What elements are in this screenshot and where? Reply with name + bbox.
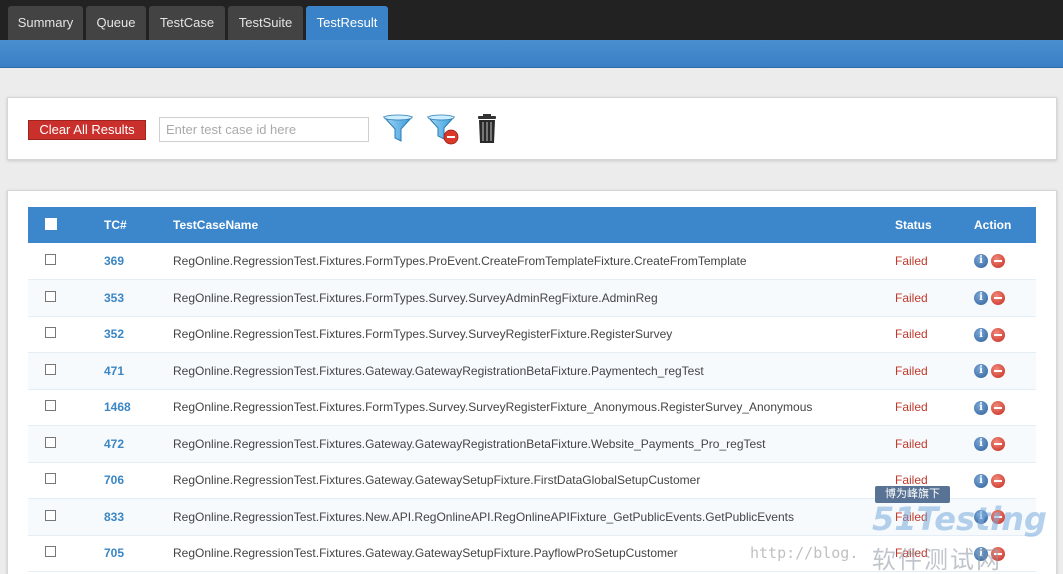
remove-icon[interactable]	[991, 437, 1005, 452]
test-case-name: RegOnline.RegressionTest.Fixtures.FormTy…	[173, 400, 813, 415]
info-icon[interactable]	[974, 437, 988, 452]
remove-icon[interactable]	[991, 291, 1005, 306]
tab-testcase[interactable]: TestCase	[149, 6, 225, 40]
select-all-checkbox[interactable]	[45, 217, 57, 230]
row-checkbox[interactable]	[45, 436, 56, 448]
tc-number-link[interactable]: 369	[104, 254, 124, 268]
header-bar	[0, 40, 1063, 68]
test-case-name: RegOnline.RegressionTest.Fixtures.New.AP…	[173, 509, 794, 524]
filter-icon[interactable]	[381, 112, 415, 146]
toolbar-panel: Clear All Results	[7, 97, 1057, 160]
test-case-name: RegOnline.RegressionTest.Fixtures.Gatewa…	[173, 436, 766, 451]
remove-icon[interactable]	[991, 400, 1005, 415]
tab-testresult[interactable]: TestResult	[306, 6, 388, 40]
watermark-cn: 软件测试网	[872, 546, 1002, 574]
row-checkbox[interactable]	[45, 546, 56, 558]
test-case-name: RegOnline.RegressionTest.Fixtures.FormTy…	[173, 254, 747, 268]
info-icon[interactable]	[974, 291, 988, 306]
watermark-logo: 51Testing	[872, 500, 1047, 538]
table-row: 1468 RegOnline.RegressionTest.Fixtures.Fo…	[28, 389, 1036, 426]
clear-all-results-button[interactable]: Clear All Results	[28, 120, 146, 140]
info-icon[interactable]	[974, 327, 988, 342]
remove-icon[interactable]	[991, 473, 1005, 488]
table-header-row: TC# TestCaseName Status Action	[28, 207, 1036, 243]
tab-queue[interactable]: Queue	[86, 6, 146, 40]
test-case-name: RegOnline.RegressionTest.Fixtures.FormTy…	[173, 290, 658, 305]
tc-number-link[interactable]: 353	[104, 291, 124, 305]
remove-icon[interactable]	[991, 254, 1005, 269]
status-badge: Failed	[895, 290, 928, 305]
table-row: 353 RegOnline.RegressionTest.Fixtures.For…	[28, 279, 1036, 316]
info-icon[interactable]	[974, 254, 988, 269]
remove-icon[interactable]	[991, 327, 1005, 342]
status-badge: Failed	[895, 400, 928, 415]
info-icon[interactable]	[974, 364, 988, 379]
remove-icon[interactable]	[991, 364, 1005, 379]
row-checkbox[interactable]	[45, 327, 56, 339]
tc-number-link[interactable]: 352	[104, 327, 124, 341]
table-row: 352 RegOnline.RegressionTest.Fixtures.For…	[28, 316, 1036, 353]
test-case-name: RegOnline.RegressionTest.Fixtures.Gatewa…	[173, 473, 701, 488]
tc-number-link[interactable]: 472	[104, 437, 124, 451]
test-case-name: RegOnline.RegressionTest.Fixtures.FormTy…	[173, 327, 673, 342]
row-checkbox[interactable]	[45, 400, 56, 412]
header-tc[interactable]: TC#	[104, 207, 173, 243]
test-case-id-input[interactable]	[159, 117, 369, 142]
row-checkbox[interactable]	[45, 254, 56, 265]
status-badge: Failed	[895, 254, 928, 268]
test-case-name: RegOnline.RegressionTest.Fixtures.Gatewa…	[173, 546, 678, 561]
tc-number-link[interactable]: 706	[104, 473, 124, 487]
row-checkbox[interactable]	[45, 363, 56, 375]
status-badge: Failed	[895, 363, 928, 378]
row-checkbox[interactable]	[45, 290, 56, 302]
header-action: Action	[974, 218, 1012, 232]
status-badge: Failed	[895, 436, 928, 451]
row-checkbox[interactable]	[45, 509, 56, 521]
status-badge: Failed	[895, 327, 928, 342]
header-testcasename[interactable]: TestCaseName	[173, 207, 895, 243]
watermark-url: http://blog.	[750, 544, 859, 562]
tab-summary[interactable]: Summary	[8, 6, 83, 40]
top-nav: Summary Queue TestCase TestSuite TestRes…	[0, 0, 1063, 40]
info-icon[interactable]	[974, 400, 988, 415]
tab-testsuite[interactable]: TestSuite	[228, 6, 303, 40]
test-case-name: RegOnline.RegressionTest.Fixtures.Gatewa…	[173, 363, 704, 378]
tc-number-link[interactable]: 1468	[104, 400, 131, 414]
tc-number-link[interactable]: 705	[104, 546, 124, 560]
tc-number-link[interactable]: 833	[104, 510, 124, 524]
info-icon[interactable]	[974, 473, 988, 488]
table-row: 472 RegOnline.RegressionTest.Fixtures.Gat…	[28, 425, 1036, 462]
clear-filter-icon[interactable]	[426, 112, 460, 146]
table-row: 369 RegOnline.RegressionTest.Fixtures.For…	[28, 243, 1036, 280]
header-status[interactable]: Status	[895, 207, 974, 243]
tc-number-link[interactable]: 471	[104, 364, 124, 378]
table-row: 471 RegOnline.RegressionTest.Fixtures.Gat…	[28, 352, 1036, 389]
trash-icon[interactable]	[470, 112, 504, 146]
row-checkbox[interactable]	[45, 473, 56, 485]
